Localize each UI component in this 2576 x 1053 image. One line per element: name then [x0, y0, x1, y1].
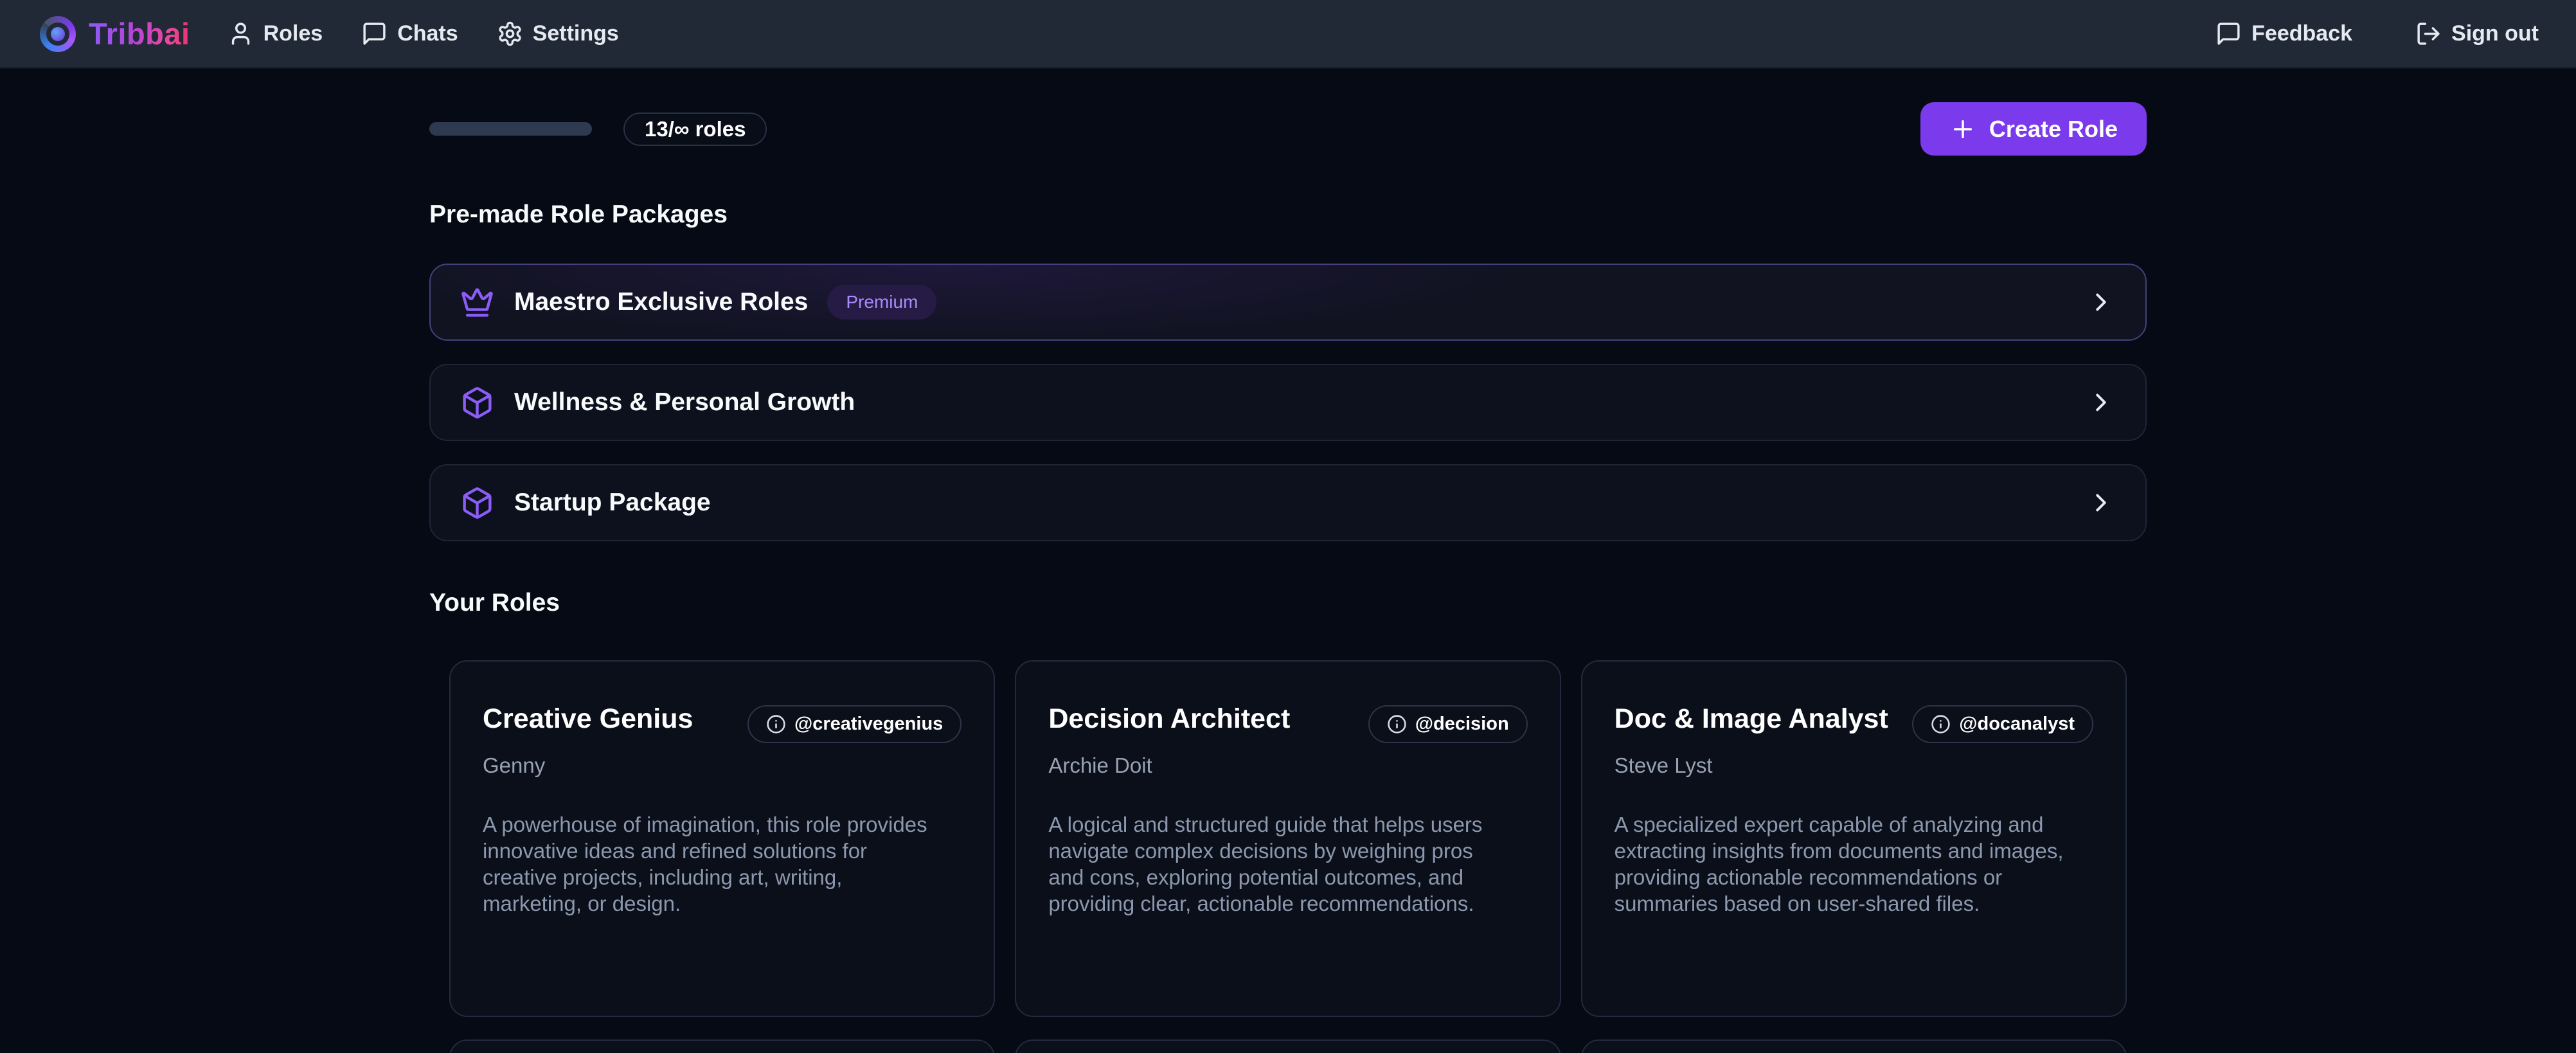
chevron-right-icon — [2086, 388, 2116, 417]
create-role-label: Create Role — [1989, 116, 2118, 143]
package-row-maestro[interactable]: Maestro Exclusive Roles Premium — [429, 264, 2147, 341]
role-handle-badge[interactable]: @decision — [1368, 705, 1528, 743]
role-subtitle: Steve Lyst — [1614, 753, 2093, 778]
role-card-partial[interactable] — [1581, 1040, 2127, 1053]
role-card-partial[interactable] — [449, 1040, 995, 1053]
crown-icon — [460, 285, 494, 320]
sign-out-button[interactable]: Sign out — [2415, 21, 2539, 47]
info-icon — [1931, 714, 1951, 734]
nav-label: Roles — [264, 21, 323, 46]
package-row-wellness[interactable]: Wellness & Personal Growth — [429, 364, 2147, 441]
role-description: A logical and structured guide that help… — [1048, 811, 1498, 917]
role-title: Creative Genius — [483, 704, 693, 734]
role-title: Doc & Image Analyst — [1614, 704, 1888, 734]
card-header: Doc & Image Analyst @docanalyst — [1614, 704, 2093, 743]
brand-name[interactable]: Tribbai — [89, 16, 190, 51]
package-row-startup[interactable]: Startup Package — [429, 464, 2147, 541]
nav-label: Sign out — [2451, 21, 2539, 46]
roles-count-badge: 13/∞ roles — [623, 113, 767, 146]
info-icon — [1387, 714, 1407, 734]
card-header: Creative Genius @creativegenius — [483, 704, 962, 743]
feedback-button[interactable]: Feedback — [2215, 21, 2352, 47]
navbar-right: Feedback Sign out — [2215, 21, 2539, 47]
nav-label: Feedback — [2251, 21, 2352, 46]
role-card-creative-genius[interactable]: Creative Genius @creativegenius Genny A … — [449, 660, 995, 1017]
user-icon — [228, 21, 254, 47]
package-name: Startup Package — [514, 489, 711, 517]
chevron-right-icon — [2086, 287, 2116, 317]
role-card-grid: Creative Genius @creativegenius Genny A … — [449, 660, 2127, 1017]
package-icon — [460, 386, 494, 420]
nav-item-settings[interactable]: Settings — [497, 21, 619, 47]
role-handle: @decision — [1415, 714, 1509, 735]
navbar: Tribbai Roles Chats Settings — [0, 0, 2576, 69]
role-card-doc-image-analyst[interactable]: Doc & Image Analyst @docanalyst Steve Ly… — [1581, 660, 2127, 1017]
gear-icon — [497, 21, 523, 47]
roles-page: Tribbai Roles Chats Settings — [0, 0, 2576, 1053]
main-nav: Roles Chats Settings — [228, 21, 619, 47]
role-handle: @docanalyst — [1959, 714, 2075, 735]
message-square-icon — [2215, 21, 2242, 47]
create-role-button[interactable]: Create Role — [1920, 102, 2147, 156]
tribbai-logo-icon[interactable] — [40, 16, 76, 52]
nav-item-chats[interactable]: Chats — [361, 21, 458, 47]
role-description: A specialized expert capable of analyzin… — [1614, 811, 2064, 917]
info-icon — [766, 714, 786, 734]
your-roles-section-title: Your Roles — [429, 589, 2147, 617]
role-handle-badge[interactable]: @docanalyst — [1912, 705, 2093, 743]
role-card-partial[interactable] — [1015, 1040, 1561, 1053]
chevron-right-icon — [2086, 488, 2116, 518]
plus-icon — [1949, 116, 1976, 143]
nav-label: Settings — [533, 21, 619, 46]
role-card-decision-architect[interactable]: Decision Architect @decision Archie Doit… — [1015, 660, 1561, 1017]
nav-label: Chats — [397, 21, 458, 46]
role-subtitle: Archie Doit — [1048, 753, 1527, 778]
roles-toolbar: 13/∞ roles Create Role — [429, 102, 2147, 156]
message-square-icon — [361, 21, 388, 47]
package-name: Maestro Exclusive Roles — [514, 288, 808, 316]
card-header: Decision Architect @decision — [1048, 704, 1527, 743]
package-name: Wellness & Personal Growth — [514, 388, 855, 417]
role-subtitle: Genny — [483, 753, 962, 778]
roles-progress-bar — [429, 122, 592, 136]
role-title: Decision Architect — [1048, 704, 1290, 734]
role-card-grid-next-row — [449, 1040, 2127, 1053]
packages-section-title: Pre-made Role Packages — [429, 201, 2147, 229]
package-list: Maestro Exclusive Roles Premium Wellness… — [429, 264, 2147, 541]
role-handle: @creativegenius — [794, 714, 943, 735]
log-out-icon — [2415, 21, 2442, 47]
nav-item-roles[interactable]: Roles — [228, 21, 323, 47]
role-description: A powerhouse of imagination, this role p… — [483, 811, 933, 917]
role-handle-badge[interactable]: @creativegenius — [747, 705, 962, 743]
premium-badge: Premium — [827, 285, 936, 320]
package-icon — [460, 486, 494, 520]
